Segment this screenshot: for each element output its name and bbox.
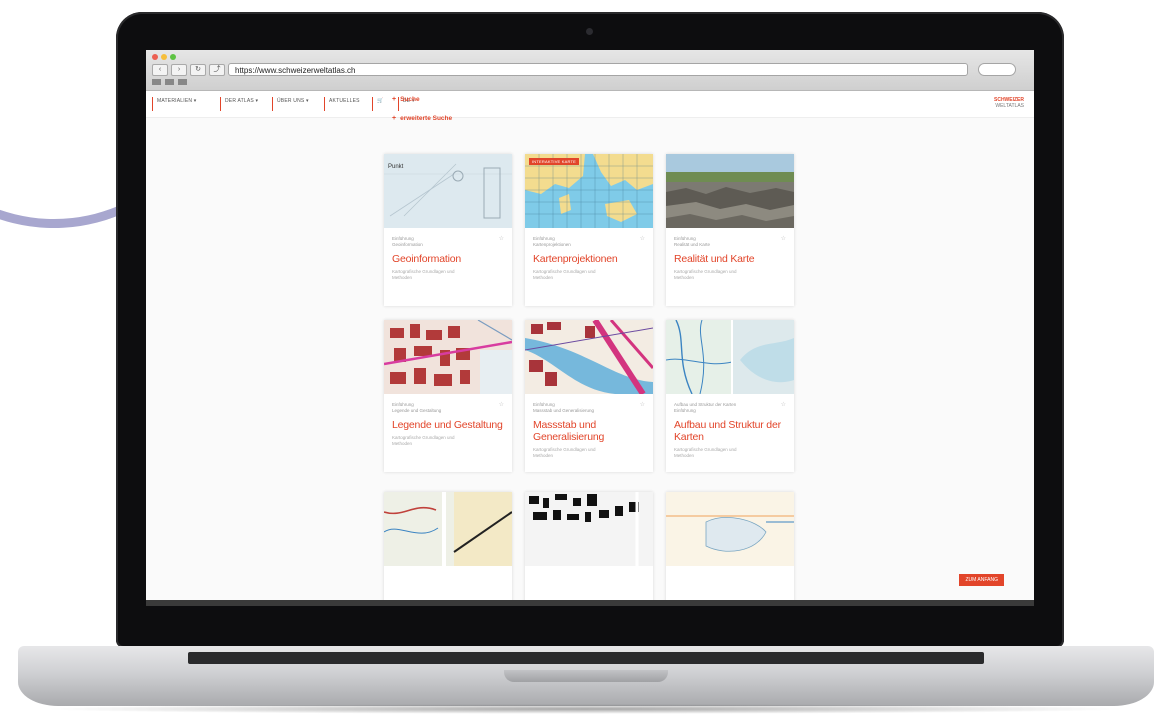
laptop-base <box>18 646 1154 706</box>
bookmarks-bar <box>152 79 187 85</box>
card-title: Aufbau und Struktur der Karten <box>674 419 781 443</box>
browser-chrome: ‹ › ↻ ⤴ https://www.schweizerweltatlas.c… <box>146 50 1034 91</box>
card-description: Kartografische Grundlagen und Methoden <box>384 431 512 447</box>
trackpad-notch <box>504 670 668 682</box>
card-title: Realität und Karte <box>674 253 755 265</box>
minimize-window-icon[interactable] <box>161 54 167 60</box>
site-logo[interactable]: SCHWEIZER WELTATLAS <box>994 97 1024 109</box>
card-description: Kartografische Grundlagen und Methoden <box>666 265 794 281</box>
card-desc-line: Methoden <box>392 275 413 280</box>
card-desc-line: Methoden <box>533 275 554 280</box>
card-meta: Aufbau und Struktur der Karten Einführun… <box>666 394 794 414</box>
bookmark-icon[interactable]: ☆ <box>781 402 786 408</box>
card-meta: Einführung Legende und Gestaltung ☆ <box>384 394 512 414</box>
nav-item-cart[interactable]: 🛒 <box>372 97 383 111</box>
bookmark-icon[interactable] <box>152 79 161 85</box>
screen-bottom-bar <box>146 600 1034 606</box>
card-kartenprojektionen[interactable]: INTERAKTIVE KARTE Einführung Kartenproje… <box>525 154 653 306</box>
bookmark-icon[interactable]: ☆ <box>640 402 645 408</box>
card-title: Kartenprojektionen <box>533 253 618 265</box>
card-description: Kartografische Grundlagen und Methoden <box>525 443 653 459</box>
card-legende-und-gestaltung[interactable]: Einführung Legende und Gestaltung ☆ Lege… <box>384 320 512 472</box>
zoom-window-icon[interactable] <box>170 54 176 60</box>
forward-arrow-icon[interactable]: › <box>171 64 187 76</box>
simple-search-link[interactable]: + Suche <box>392 96 452 103</box>
card-title: Massstab und Generalisierung <box>533 419 605 443</box>
card-description: Kartografische Grundlagen und Methoden <box>384 265 512 281</box>
interactive-map-tag: INTERAKTIVE KARTE <box>529 158 580 165</box>
share-icon[interactable]: ⤴ <box>209 64 225 76</box>
card-geoinformation[interactable]: Punkt Einführung Geoinformation ☆ Geoinf… <box>384 154 512 306</box>
card-partial[interactable] <box>525 492 653 606</box>
laptop-lid: ‹ › ↻ ⤴ https://www.schweizerweltatlas.c… <box>116 12 1064 648</box>
search-links: + Suche + erweiterte Suche <box>392 96 452 134</box>
advanced-search-label: erweiterte Suche <box>400 115 453 122</box>
card-thumbnail <box>525 320 653 394</box>
card-partial[interactable] <box>384 492 512 606</box>
card-realitaet-und-karte[interactable]: Einführung Realität und Karte ☆ Realität… <box>666 154 794 306</box>
card-massstab-und-generalisierung[interactable]: Einführung Massstab und Generalisierung … <box>525 320 653 472</box>
card-thumbnail <box>384 492 512 566</box>
nav-item-ueber-uns[interactable]: ÜBER UNS ▾ <box>272 97 309 111</box>
bookmark-icon[interactable]: ☆ <box>640 236 645 242</box>
card-thumbnail <box>525 492 653 566</box>
card-thumbnail: INTERAKTIVE KARTE <box>525 154 653 228</box>
back-to-top-button[interactable]: ZUM ANFANG <box>959 574 1004 586</box>
bookmark-icon[interactable] <box>178 79 187 85</box>
window-controls <box>152 54 176 60</box>
card-description: Kartografische Grundlagen und Methoden <box>666 443 794 459</box>
keyboard-hinge <box>188 652 984 664</box>
card-meta-line: Geoinformation <box>392 242 423 247</box>
card-meta: Einführung Massstab und Generalisierung … <box>525 394 653 414</box>
card-meta-line: Realität und Karte <box>674 242 711 247</box>
card-aufbau-und-struktur[interactable]: Aufbau und Struktur der Karten Einführun… <box>666 320 794 472</box>
card-thumbnail <box>666 320 794 394</box>
bookmark-icon[interactable]: ☆ <box>781 236 786 242</box>
bookmark-icon[interactable]: ☆ <box>499 236 504 242</box>
card-title: Legende und Gestaltung <box>392 419 503 431</box>
card-desc-line: Methoden <box>392 441 413 446</box>
card-meta-line: Einführung <box>674 408 696 413</box>
simple-search-label: Suche <box>400 96 420 103</box>
card-desc-line: Methoden <box>674 453 695 458</box>
card-desc-line: Methoden <box>533 453 554 458</box>
card-desc-line: Methoden <box>674 275 695 280</box>
svg-text:Punkt: Punkt <box>388 164 404 170</box>
nav-item-aktuelles[interactable]: AKTUELLES <box>324 97 360 111</box>
plus-icon: + <box>392 96 397 103</box>
bookmark-icon[interactable] <box>165 79 174 85</box>
card-meta: Einführung Geoinformation ☆ <box>384 228 512 248</box>
close-window-icon[interactable] <box>152 54 158 60</box>
card-meta: Einführung Realität und Karte ☆ <box>666 228 794 248</box>
card-description: Kartografische Grundlagen und Methoden <box>525 265 653 281</box>
plus-icon: + <box>392 115 397 122</box>
card-meta: Einführung Kartenprojektionen ☆ <box>525 228 653 248</box>
url-text: https://www.schweizerweltatlas.ch <box>235 66 356 75</box>
card-thumbnail: Punkt <box>384 154 512 228</box>
nav-item-materialien[interactable]: MATERIALIEN ▾ <box>152 97 196 111</box>
card-meta-line: Legende und Gestaltung <box>392 408 442 413</box>
browser-nav-buttons: ‹ › ↻ ⤴ <box>152 64 225 76</box>
back-arrow-icon[interactable]: ‹ <box>152 64 168 76</box>
browser-search-box[interactable] <box>978 63 1016 76</box>
laptop-shadow <box>40 704 1130 714</box>
card-thumbnail <box>666 154 794 228</box>
logo-line-2: WELTATLAS <box>995 103 1024 109</box>
nav-item-der-atlas[interactable]: DER ATLAS ▾ <box>220 97 258 111</box>
card-title: Geoinformation <box>392 253 461 265</box>
card-meta-line: Kartenprojektionen <box>533 242 571 247</box>
advanced-search-link[interactable]: + erweiterte Suche <box>392 115 452 122</box>
bookmark-icon[interactable]: ☆ <box>499 402 504 408</box>
card-thumbnail <box>384 320 512 394</box>
card-thumbnail <box>666 492 794 566</box>
card-meta-line: Massstab und Generalisierung <box>533 408 595 413</box>
address-bar[interactable]: https://www.schweizerweltatlas.ch <box>228 63 968 76</box>
card-partial[interactable] <box>666 492 794 606</box>
site-navigation: MATERIALIEN ▾ DER ATLAS ▾ ÜBER UNS ▾ AKT… <box>146 91 1034 118</box>
camera-icon <box>586 28 593 35</box>
reload-icon[interactable]: ↻ <box>190 64 206 76</box>
laptop-screen: ‹ › ↻ ⤴ https://www.schweizerweltatlas.c… <box>146 50 1034 606</box>
